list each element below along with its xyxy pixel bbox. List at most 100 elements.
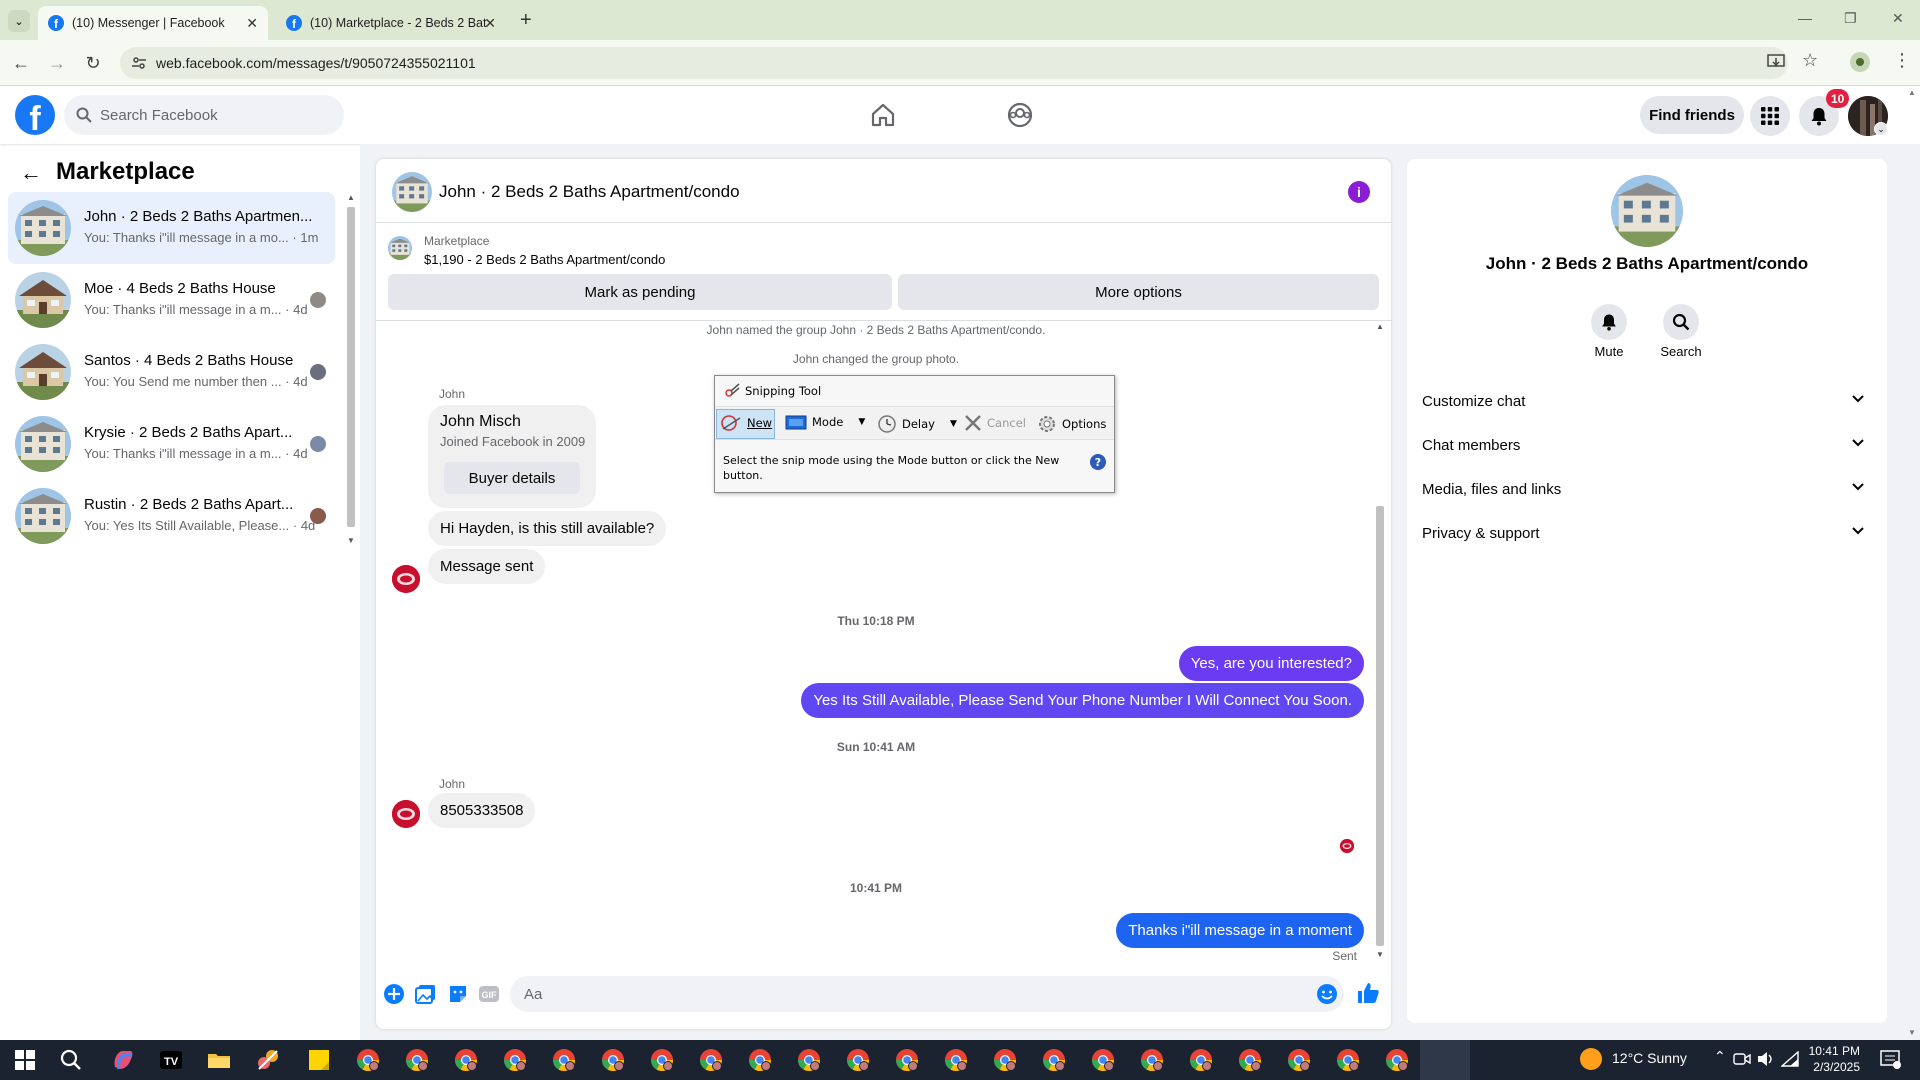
windows-start-icon[interactable]	[12, 1047, 38, 1073]
outgoing-message[interactable]: Yes Its Still Available, Please Send You…	[801, 683, 1364, 718]
chrome-taskbar-icon[interactable]	[600, 1047, 626, 1073]
notification-center-icon[interactable]	[1880, 1050, 1902, 1070]
conversation-item[interactable]: Rustin · 2 Beds 2 Baths Apart... You: Yes…	[8, 480, 335, 552]
chrome-taskbar-icon[interactable]	[992, 1047, 1018, 1073]
emoji-icon[interactable]	[1316, 983, 1338, 1005]
new-tab-icon[interactable]: +	[520, 9, 532, 32]
chat-members-section[interactable]: Chat members	[1422, 427, 1872, 463]
close-tab-icon[interactable]: ✕	[246, 15, 258, 32]
chrome-taskbar-icon[interactable]	[551, 1047, 577, 1073]
gif-icon[interactable]: GIF	[478, 983, 500, 1005]
customize-chat-section[interactable]: Customize chat	[1422, 383, 1872, 419]
outgoing-message[interactable]: Thanks i"ill message in a moment	[1116, 913, 1364, 948]
sender-avatar[interactable]	[392, 565, 420, 593]
chrome-taskbar-icon[interactable]	[1237, 1047, 1263, 1073]
groups-icon[interactable]	[1007, 102, 1033, 128]
delay-dropdown-icon[interactable]: ▼	[950, 419, 957, 429]
conversation-item[interactable]: Krysie · 2 Beds 2 Baths Apart... You: Tha…	[8, 408, 335, 480]
message-input[interactable]: Aa	[510, 976, 1344, 1012]
sender-avatar[interactable]	[392, 800, 420, 828]
snip-delay-button[interactable]: Delay ▼	[877, 414, 957, 434]
browser-menu-icon[interactable]: ⋮	[1893, 50, 1911, 71]
sticky-notes-icon[interactable]	[306, 1047, 332, 1073]
account-chevron-icon[interactable]: ⌄	[1874, 122, 1888, 136]
back-arrow-icon[interactable]: ←	[20, 160, 42, 186]
conversation-info-icon[interactable]: i	[1348, 181, 1370, 203]
chrome-taskbar-icon[interactable]	[502, 1047, 528, 1073]
plus-circle-icon[interactable]	[383, 983, 405, 1005]
chrome-taskbar-icon[interactable]	[1335, 1047, 1361, 1073]
back-arrow-icon[interactable]: ←	[10, 52, 32, 74]
thumbs-up-icon[interactable]	[1356, 981, 1380, 1005]
volume-icon[interactable]	[1757, 1051, 1775, 1067]
chat-scrollbar[interactable]: ▲ ▼	[1374, 322, 1386, 962]
chrome-taskbar-icon[interactable]	[894, 1047, 920, 1073]
page-scroll-down-icon[interactable]: ▼	[1908, 1028, 1916, 1037]
tray-chevron-up-icon[interactable]: ⌃	[1714, 1048, 1726, 1065]
listing-price-title[interactable]: $1,190 - 2 Beds 2 Baths Apartment/condo	[424, 252, 665, 267]
close-window-icon[interactable]: ✕	[1892, 10, 1904, 27]
conversation-item[interactable]: Santos · 4 Beds 2 Baths House You: You Se…	[8, 336, 335, 408]
snipping-tool-taskbar-icon[interactable]	[255, 1047, 281, 1073]
scrollbar-thumb[interactable]	[347, 207, 355, 527]
snip-mode-button[interactable]: Mode ▼	[785, 414, 865, 430]
chrome-taskbar-icon[interactable]	[698, 1047, 724, 1073]
tab-search-chevron-icon[interactable]: ⌄	[8, 10, 30, 32]
listing-thumbnail[interactable]	[388, 236, 412, 260]
weather-sun-icon[interactable]	[1580, 1048, 1602, 1070]
conversation-item[interactable]: Moe · 4 Beds 2 Baths House You: Thanks i"…	[8, 264, 335, 336]
chrome-taskbar-icon[interactable]	[1090, 1047, 1116, 1073]
privacy-support-section[interactable]: Privacy & support	[1422, 515, 1872, 551]
scrollbar-thumb[interactable]	[1376, 506, 1384, 946]
help-icon[interactable]: ?	[1090, 454, 1106, 470]
incoming-message[interactable]: Hi Hayden, is this still available?	[428, 511, 667, 546]
weather-text[interactable]: 12°C Sunny	[1612, 1050, 1687, 1066]
copilot-icon[interactable]	[110, 1047, 136, 1073]
bookmark-star-icon[interactable]: ☆	[1802, 50, 1818, 71]
chrome-taskbar-icon[interactable]	[1041, 1047, 1067, 1073]
media-files-links-section[interactable]: Media, files and links	[1422, 471, 1872, 507]
conversation-item[interactable]: John · 2 Beds 2 Baths Apartmen... You: Th…	[8, 192, 335, 264]
chrome-taskbar-icon[interactable]	[355, 1047, 381, 1073]
chat-avatar[interactable]	[392, 172, 432, 212]
profile-icon[interactable]	[1850, 52, 1870, 72]
chrome-taskbar-icon[interactable]	[845, 1047, 871, 1073]
incoming-message[interactable]: Message sent	[428, 549, 546, 584]
chrome-taskbar-icon[interactable]	[649, 1047, 675, 1073]
chrome-taskbar-icon[interactable]	[1286, 1047, 1312, 1073]
snip-options-button[interactable]: Options	[1037, 414, 1106, 434]
snip-cancel-button[interactable]: Cancel	[964, 414, 1026, 432]
forward-arrow-icon[interactable]: →	[46, 52, 68, 74]
buyer-details-button[interactable]: Buyer details	[444, 462, 580, 494]
facebook-search-input[interactable]: Search Facebook	[64, 95, 344, 135]
wifi-icon[interactable]	[1781, 1051, 1799, 1067]
chat-title[interactable]: John · 2 Beds 2 Baths Apartment/condo	[439, 182, 740, 202]
chrome-taskbar-icon[interactable]	[1188, 1047, 1214, 1073]
chrome-taskbar-icon[interactable]	[796, 1047, 822, 1073]
facebook-logo-icon[interactable]: f	[15, 95, 55, 135]
chrome-taskbar-icon[interactable]	[404, 1047, 430, 1073]
mode-dropdown-icon[interactable]: ▼	[858, 417, 865, 427]
tab-messenger[interactable]: f (10) Messenger | Facebook ✕	[38, 6, 268, 40]
photo-icon[interactable]	[415, 983, 437, 1005]
conversation-avatar[interactable]	[1611, 175, 1683, 247]
close-tab-icon[interactable]: ✕	[484, 15, 496, 32]
chrome-taskbar-icon[interactable]	[453, 1047, 479, 1073]
taskbar-clock[interactable]: 10:41 PM 2/3/2025	[1800, 1043, 1860, 1075]
chrome-taskbar-icon[interactable]	[943, 1047, 969, 1073]
sticker-icon[interactable]	[447, 983, 469, 1005]
left-scrollbar[interactable]: ▲ ▼	[345, 193, 357, 548]
meet-now-icon[interactable]	[1733, 1051, 1751, 1067]
taskbar-search-icon[interactable]	[58, 1047, 84, 1073]
incoming-message[interactable]: 8505333508	[428, 793, 536, 828]
minimize-icon[interactable]: —	[1798, 10, 1812, 26]
chrome-taskbar-icon[interactable]	[1139, 1047, 1165, 1073]
mark-as-pending-button[interactable]: Mark as pending	[388, 274, 892, 310]
chrome-taskbar-icon[interactable]	[747, 1047, 773, 1073]
restore-icon[interactable]: ❐	[1844, 10, 1857, 27]
tab-marketplace[interactable]: f (10) Marketplace - 2 Beds 2 Bat ✕	[276, 6, 506, 40]
mute-button[interactable]	[1591, 304, 1627, 340]
chrome-taskbar-icon[interactable]	[1384, 1047, 1410, 1073]
tradingview-icon[interactable]: TV	[158, 1047, 184, 1073]
search-in-conversation-button[interactable]	[1663, 304, 1699, 340]
